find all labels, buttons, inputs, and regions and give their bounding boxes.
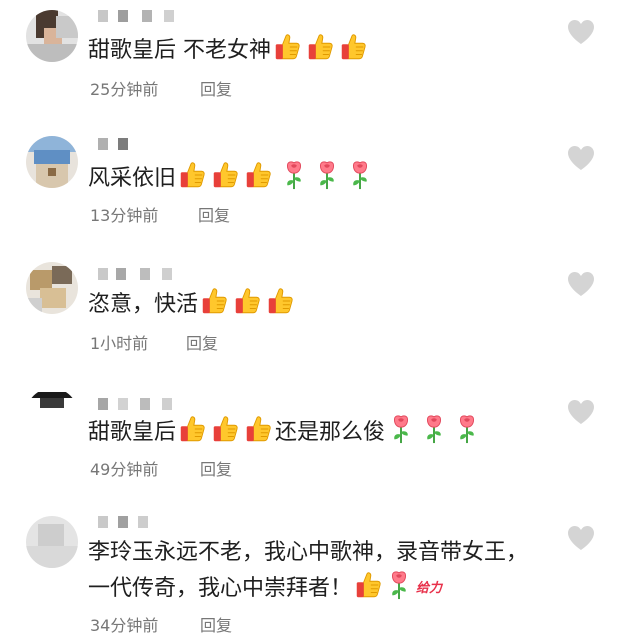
avatar[interactable] <box>26 10 78 62</box>
thumbs-up-icon <box>304 32 336 62</box>
heart-icon[interactable] <box>566 18 596 46</box>
username-obscured[interactable] <box>98 398 188 410</box>
comment-text: 甜歌皇后 不老女神 <box>88 32 370 66</box>
comment-text-content: 风采依旧 <box>88 166 177 191</box>
heart-icon[interactable] <box>566 524 596 552</box>
rose-icon <box>344 160 376 190</box>
reply-button[interactable]: 回复 <box>200 456 232 480</box>
comment-text: 恣意，快活 <box>88 286 297 320</box>
comment-text: 风采依旧 <box>88 160 377 194</box>
reply-button[interactable]: 回复 <box>186 330 218 354</box>
username-obscured[interactable] <box>98 268 188 280</box>
avatar[interactable] <box>26 262 78 314</box>
rose-icon <box>385 414 417 444</box>
comment-text-content: 甜歌皇后 不老女神 <box>88 38 271 63</box>
thumbs-up-icon <box>198 286 230 316</box>
comment-text-content: 恣意，快活 <box>88 292 199 317</box>
thumbs-up-icon <box>337 32 369 62</box>
rose-icon <box>278 160 310 190</box>
sticker-label: 给力 <box>416 581 443 596</box>
avatar[interactable] <box>26 516 78 568</box>
rose-icon <box>311 160 343 190</box>
comment-time: 49分钟前 <box>90 460 159 479</box>
comment-time: 34分钟前 <box>90 616 159 635</box>
comment-text: 甜歌皇后 还是那么俊 <box>88 414 484 448</box>
rose-icon <box>385 570 413 600</box>
thumbs-up-icon <box>271 32 303 62</box>
comment-text-line2: 一代传奇，我心中崇拜者！ <box>88 576 353 601</box>
reply-button[interactable]: 回复 <box>200 76 232 100</box>
reply-button[interactable]: 回复 <box>200 612 232 636</box>
thumbs-up-icon <box>264 286 296 316</box>
username-obscured[interactable] <box>98 516 158 528</box>
thumbs-up-icon <box>231 286 263 316</box>
rose-icon <box>451 414 483 444</box>
avatar[interactable] <box>26 136 78 188</box>
comment-text-content-2: 还是那么俊 <box>275 420 386 445</box>
avatar[interactable] <box>26 388 78 440</box>
rose-icon <box>418 414 450 444</box>
thumbs-up-icon <box>176 414 208 444</box>
comment-text-line1: 李玲玉永远不老，我心中歌神，录音带女王， <box>88 540 529 565</box>
comment-text: 李玲玉永远不老，我心中歌神，录音带女王， <box>88 538 528 568</box>
thumbs-up-icon <box>352 570 384 600</box>
thumbs-up-icon <box>242 414 274 444</box>
thumbs-up-icon <box>209 414 241 444</box>
heart-icon[interactable] <box>566 270 596 298</box>
heart-icon[interactable] <box>566 398 596 426</box>
comment-time: 25分钟前 <box>90 80 159 99</box>
thumbs-up-icon <box>209 160 241 190</box>
heart-icon[interactable] <box>566 144 596 172</box>
username-obscured[interactable] <box>98 138 138 150</box>
username-obscured[interactable] <box>98 10 188 22</box>
reply-button[interactable]: 回复 <box>198 202 230 226</box>
comment-text-content: 甜歌皇后 <box>88 420 177 445</box>
comment-time: 1小时前 <box>90 334 149 353</box>
comment-text: 一代传奇，我心中崇拜者！ 给力 <box>88 570 442 604</box>
comment-time: 13分钟前 <box>90 206 159 225</box>
thumbs-up-icon <box>176 160 208 190</box>
thumbs-up-icon <box>242 160 274 190</box>
